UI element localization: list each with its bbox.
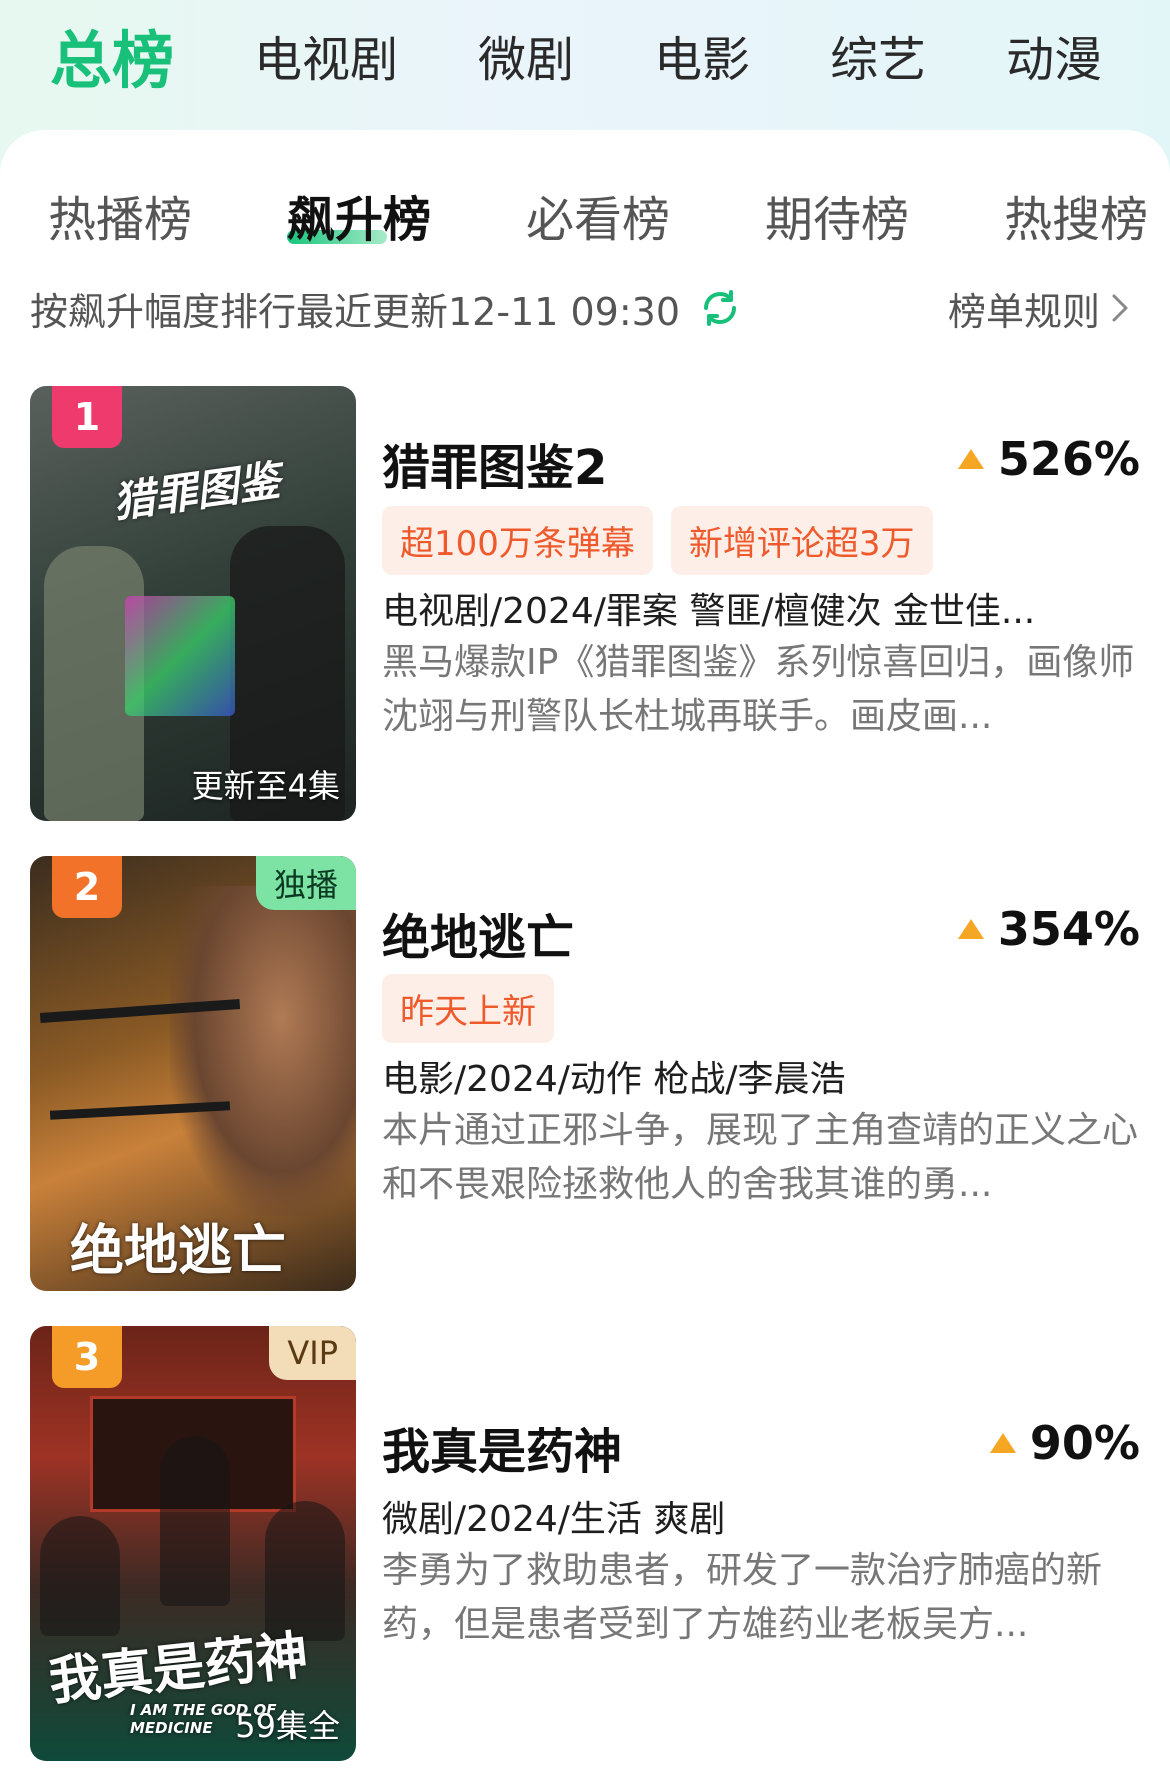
ranking-rules-link[interactable]: 榜单规则 (948, 281, 1130, 336)
rank-badge: 3 (52, 1326, 122, 1388)
poster-image[interactable]: 1 猎罪图鉴 更新至4集 (30, 386, 356, 821)
tab-hot-play[interactable]: 热播榜 (48, 180, 192, 250)
trend-up-icon (957, 919, 984, 939)
item-meta: 电影/2024/动作 枪战/李晨浩 (382, 1059, 846, 1100)
ranking-item[interactable]: 1 猎罪图鉴 更新至4集 猎罪图鉴2 526% 超100万条弹幕 新增评论超3万… (30, 386, 1140, 821)
tab-anime[interactable]: 动漫 (1006, 20, 1102, 90)
trend-value: 90% (1029, 1416, 1140, 1470)
poster-face (170, 886, 356, 1216)
poster-figure (40, 1516, 120, 1636)
tab-movie[interactable]: 电影 (654, 20, 750, 90)
tab-hot-play-label: 热播榜 (48, 192, 193, 248)
item-description: 本片通过正邪斗争，展现了主角查靖的正义之心和不畏艰险拯救他人的舍我其谁的勇... (382, 1110, 1139, 1205)
ranking-panel: 热播榜 飙升榜 必看榜 期待榜 热搜榜 按飙升幅度排行最近更新12-11 09:… (0, 130, 1170, 1781)
vip-badge: VIP (269, 1326, 356, 1380)
poster-image[interactable]: 2 独播 绝地逃亡 (30, 856, 356, 1291)
item-title[interactable]: 猎罪图鉴2 (382, 428, 607, 498)
ranking-update-text: 按飙升幅度排行最近更新12-11 09:30 (30, 289, 681, 334)
tab-overall[interactable]: 总榜 (50, 10, 174, 100)
ranking-item[interactable]: 3 VIP 我真是药神 I AM THE GOD OF MEDICINE 59集… (30, 1326, 1140, 1761)
item-title[interactable]: 我真是药神 (382, 1412, 622, 1482)
tab-micro-drama[interactable]: 微剧 (478, 20, 574, 90)
ranking-rules-label: 榜单规则 (947, 289, 1100, 334)
item-description: 黑马爆款IP《猎罪图鉴》系列惊喜回归，画像师沈翊与刑警队长杜城再联手。画皮画..… (382, 642, 1135, 737)
exclusive-badge: 独播 (255, 856, 356, 910)
tab-hot-search-label: 热搜榜 (1004, 192, 1149, 248)
poster-figure (160, 1436, 230, 1606)
category-tabs: 总榜 电视剧 微剧 电影 综艺 动漫 (0, 0, 1170, 110)
chevron-right-icon (1112, 294, 1128, 322)
tag-badge: 昨天上新 (382, 974, 554, 1043)
item-content: 绝地逃亡 354% 昨天上新 电影/2024/动作 枪战/李晨浩 本片通过正邪斗… (382, 856, 1140, 1291)
tag-badge: 超100万条弹幕 (382, 506, 653, 575)
trend-value: 354% (997, 902, 1140, 956)
item-description: 李勇为了救助患者，研发了一款治疗肺癌的新药，但是患者受到了方雄药业老板吴方... (382, 1550, 1103, 1645)
tag-list: 昨天上新 (382, 974, 572, 1043)
refresh-icon[interactable] (698, 286, 742, 330)
tab-rising-label: 飙升榜 (287, 192, 432, 248)
poster-art-title: 绝地逃亡 (70, 1219, 286, 1282)
episode-status: 59集全 (235, 1707, 340, 1745)
item-content: 我真是药神 90% 微剧/2024/生活 爽剧 李勇为了救助患者，研发了一款治疗… (382, 1326, 1140, 1761)
trend-indicator: 90% (988, 1416, 1140, 1470)
trend-indicator: 354% (956, 902, 1140, 956)
rank-badge: 2 (52, 856, 122, 918)
tab-must-watch-label: 必看榜 (526, 192, 671, 248)
ranking-info-row: 按飙升幅度排行最近更新12-11 09:30 榜单规则 (30, 278, 1130, 338)
item-content: 猎罪图鉴2 526% 超100万条弹幕 新增评论超3万 电视剧/2024/罪案 … (382, 386, 1140, 821)
tag-badge: 新增评论超3万 (670, 506, 933, 575)
trend-up-icon (989, 1433, 1016, 1453)
tab-must-watch[interactable]: 必看榜 (526, 180, 670, 250)
poster-art-title: 猎罪图鉴 (109, 455, 284, 528)
item-meta: 微剧/2024/生活 爽剧 (382, 1499, 726, 1540)
rank-badge: 1 (52, 386, 122, 448)
tab-tv-series[interactable]: 电视剧 (254, 20, 398, 90)
episode-status: 更新至4集 (191, 767, 340, 805)
ranking-sub-tabs: 热播榜 飙升榜 必看榜 期待榜 热搜榜 (0, 170, 1170, 260)
tab-variety[interactable]: 综艺 (830, 20, 926, 90)
tag-list: 超100万条弹幕 新增评论超3万 (382, 506, 951, 575)
trend-up-icon (957, 449, 984, 469)
tab-hot-search[interactable]: 热搜榜 (1004, 180, 1148, 250)
item-title[interactable]: 绝地逃亡 (382, 898, 574, 968)
poster-image[interactable]: 3 VIP 我真是药神 I AM THE GOD OF MEDICINE 59集… (30, 1326, 356, 1761)
ranking-item[interactable]: 2 独播 绝地逃亡 绝地逃亡 354% 昨天上新 电影/2024/动作 枪战/李… (30, 856, 1140, 1291)
tab-anticipated-label: 期待榜 (765, 192, 910, 248)
tab-rising[interactable]: 飙升榜 (287, 180, 431, 250)
trend-value: 526% (997, 432, 1140, 486)
tab-anticipated[interactable]: 期待榜 (765, 180, 909, 250)
trend-indicator: 526% (956, 432, 1140, 486)
poster-painting (125, 596, 235, 716)
item-meta: 电视剧/2024/罪案 警匪/檀健次 金世佳... (382, 591, 1036, 632)
